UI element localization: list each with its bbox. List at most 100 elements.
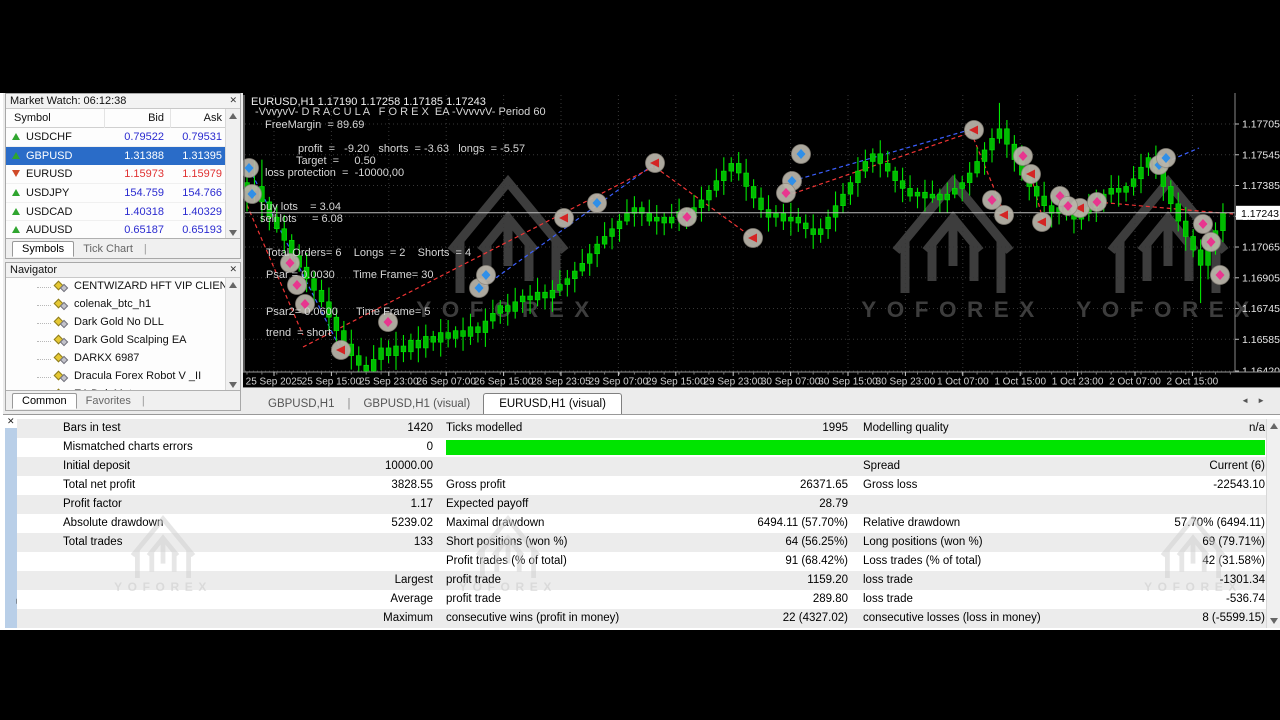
expert-advisor-icon [54, 281, 70, 293]
candle-body [900, 181, 905, 189]
market-watch-rows: USDCHF0.795220.79531GBPUSD1.313881.31395… [6, 128, 227, 240]
report-label: Profit trades (% of total) [446, 555, 567, 567]
candle-body [550, 290, 555, 298]
tab-favorites[interactable]: Favorites [77, 394, 140, 408]
candle-body [870, 154, 875, 162]
chart-panel: YOFOREXYOFOREXYOFOREX1.177051.175451.173… [243, 93, 1280, 387]
navigator-item[interactable]: Dark Gold No DLL [6, 314, 226, 332]
report-row: Mismatched charts errors0 [17, 438, 1267, 457]
report-row: Bars in test1420Ticks modelled1995Modell… [17, 419, 1267, 438]
trade-marker [332, 341, 351, 360]
candle-body [826, 217, 831, 229]
candle-body [386, 348, 391, 356]
candle-body [438, 333, 443, 343]
report-scrollbar[interactable] [1266, 419, 1280, 628]
candle-body [602, 236, 607, 244]
time-tick-label: 1 Oct 15:00 [994, 377, 1046, 388]
report-value: 57.70% (6494.11) [1017, 517, 1265, 529]
navigator-item[interactable]: Dracula Forex Robot V _II [6, 368, 226, 386]
candle-body [803, 223, 808, 229]
navigator-scrollbar[interactable] [225, 278, 240, 392]
candle-body [558, 285, 563, 291]
column-ask[interactable]: Ask [126, 112, 222, 124]
time-tick-label: 1 Oct 07:00 [937, 377, 989, 388]
candle-body [528, 296, 533, 300]
market-watch-row[interactable]: USDCHF0.795220.79531 [6, 128, 227, 147]
market-watch-row[interactable]: USDCAD1.403181.40329 [6, 203, 227, 222]
tree-connector [37, 359, 51, 360]
scroll-up-icon[interactable] [1270, 423, 1278, 429]
time-tick-label: 29 Sep 07:00 [589, 377, 649, 388]
scroll-down-icon[interactable] [229, 382, 237, 388]
navigator-item[interactable]: Dark Gold Scalping EA [6, 332, 226, 350]
candle-body [714, 181, 719, 191]
time-tick-label: 25 Sep 23:00 [359, 377, 419, 388]
tester-side-strip: Tester [5, 428, 17, 628]
time-tick-label: 1 Oct 23:00 [1052, 377, 1104, 388]
chart-tabbar: GBPUSD,H1 | GBPUSD,H1 (visual) EURUSD,H1… [243, 387, 1280, 414]
ea-icon-bottom [60, 302, 68, 310]
tab-gbpusd-h1[interactable]: GBPUSD,H1 [255, 394, 347, 414]
report-value: 1.17 [63, 498, 433, 510]
report-value: Largest [63, 574, 433, 586]
report-label: Gross profit [446, 479, 505, 491]
close-icon[interactable]: ✕ [229, 264, 237, 275]
candle-body [781, 213, 786, 221]
tab-gbpusd-h1-visual[interactable]: GBPUSD,H1 (visual) [350, 394, 483, 414]
ea-icon-bottom [60, 374, 68, 382]
market-watch-row[interactable]: EURUSD1.159731.15979 [6, 165, 227, 184]
ea-comment-line: Total Orders= 6 Longs = 2 Shorts = 4 [266, 247, 471, 259]
navigator-item[interactable]: colenak_btc_h1 [6, 296, 226, 314]
report-label: profit trade [446, 574, 501, 586]
candle-body [587, 254, 592, 264]
symbol-name: USDJPY [26, 187, 69, 199]
current-price-label: 1.17243 [1241, 208, 1279, 220]
report-label: Loss trades (% of total) [863, 555, 981, 567]
market-watch-row[interactable]: GBPUSD1.313881.31395 [6, 147, 227, 166]
close-icon[interactable]: ✕ [7, 416, 15, 427]
scroll-up-icon[interactable] [229, 113, 237, 119]
close-icon[interactable]: ✕ [229, 95, 237, 106]
scroll-up-icon[interactable] [229, 282, 237, 288]
trade-marker [1014, 147, 1033, 166]
tree-connector [37, 287, 51, 288]
time-tick-label: 26 Sep 15:00 [474, 377, 534, 388]
up-arrow-icon [12, 133, 20, 140]
report-value: Current (6) [1017, 460, 1265, 472]
report-value: n/a [1017, 422, 1265, 434]
market-watch-row[interactable]: USDJPY154.759154.766 [6, 184, 227, 203]
report-row: Total net profit3828.55Gross profit26371… [17, 476, 1267, 495]
report-label: Maximal drawdown [446, 517, 544, 529]
ask-price: 154.766 [126, 187, 222, 199]
tree-connector [37, 341, 51, 342]
trade-marker [588, 194, 607, 213]
report-value: 69 (79.71%) [1017, 536, 1265, 548]
navigator-item-label: CENTWIZARD HFT VIP CLIENT_ [74, 280, 226, 292]
report-row: Largestprofit trade1159.20loss trade-130… [17, 571, 1267, 590]
ea-comment-line: buy lots = 3.04 [260, 201, 341, 213]
up-arrow-icon [12, 152, 20, 159]
ask-price: 0.65193 [126, 224, 222, 236]
scroll-left-icon[interactable]: ◄ [1241, 396, 1257, 405]
column-symbol[interactable]: Symbol [14, 112, 51, 124]
scroll-down-icon[interactable] [1270, 618, 1278, 624]
report-row: Absolute drawdown5239.02Maximal drawdown… [17, 514, 1267, 533]
scroll-right-icon[interactable]: ► [1257, 396, 1273, 405]
tab-eurusd-h1-visual[interactable]: EURUSD,H1 (visual) [483, 393, 622, 414]
scroll-down-icon[interactable] [229, 230, 237, 236]
trade-marker [1059, 197, 1078, 216]
report-label: Short positions (won %) [446, 536, 567, 548]
candle-body [505, 306, 510, 312]
navigator-item[interactable]: CENTWIZARD HFT VIP CLIENT_ [6, 278, 226, 296]
tab-common[interactable]: Common [12, 393, 77, 409]
candle-body [1049, 206, 1054, 214]
report-value: 1995 [617, 422, 848, 434]
tab-tick-chart[interactable]: Tick Chart [74, 242, 142, 256]
ea-comment-line: -VvvyvV- D R A C U L A F O R E X EA -Vvv… [255, 106, 546, 118]
trade-marker [1211, 266, 1230, 285]
report-row: Total trades133Short positions (won %)64… [17, 533, 1267, 552]
market-watch-scrollbar[interactable] [225, 109, 240, 240]
tab-symbols[interactable]: Symbols [12, 241, 74, 257]
up-arrow-icon [12, 208, 20, 215]
navigator-item[interactable]: DARKX 6987 [6, 350, 226, 368]
